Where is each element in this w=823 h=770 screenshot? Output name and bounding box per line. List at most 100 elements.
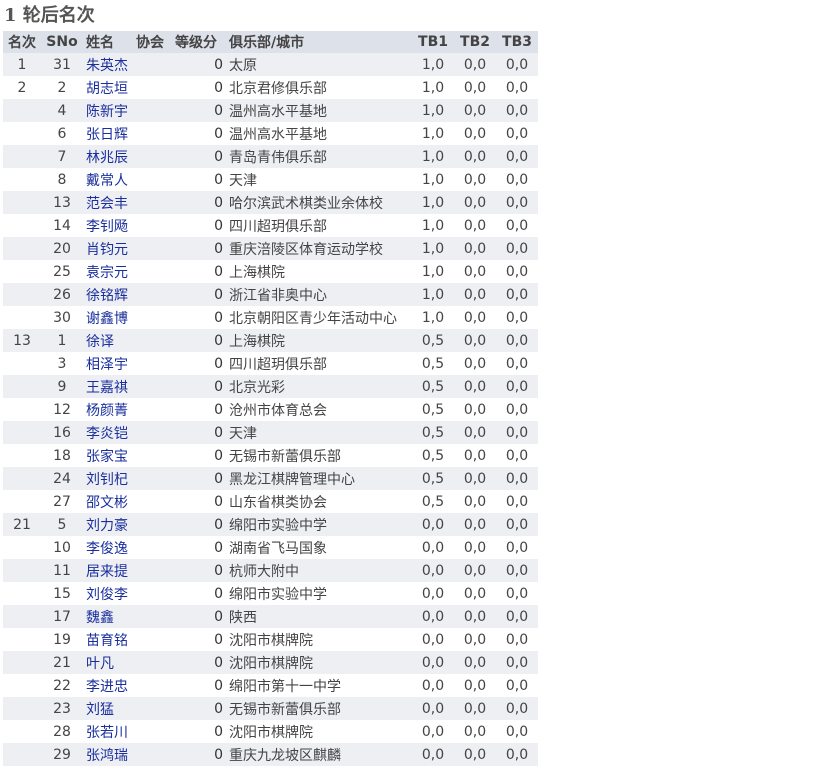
tb1-cell: 0,5 [412, 375, 454, 398]
sno-cell: 25 [41, 260, 83, 283]
table-row: 17 魏鑫 0 陕西 0,0 0,0 0,0 [3, 605, 538, 628]
player-name-link[interactable]: 邵文彬 [83, 490, 133, 513]
player-name-link[interactable]: 杨颜菁 [83, 398, 133, 421]
rank-cell [3, 122, 41, 145]
tb3-cell: 0,0 [496, 421, 538, 444]
rank-cell [3, 674, 41, 697]
player-name-link[interactable]: 刘钊杞 [83, 467, 133, 490]
tb3-cell: 0,0 [496, 306, 538, 329]
player-name-link[interactable]: 李钊飏 [83, 214, 133, 237]
rating-cell: 0 [172, 582, 226, 605]
club-cell: 陕西 [226, 605, 412, 628]
club-cell: 重庆涪陵区体育运动学校 [226, 237, 412, 260]
tb2-cell: 0,0 [454, 122, 496, 145]
tb3-cell: 0,0 [496, 582, 538, 605]
player-name-link[interactable]: 戴常人 [83, 168, 133, 191]
sno-cell: 13 [41, 191, 83, 214]
rating-cell: 0 [172, 559, 226, 582]
player-name-link[interactable]: 刘俊李 [83, 582, 133, 605]
player-name-link[interactable]: 魏鑫 [83, 605, 133, 628]
rating-cell: 0 [172, 398, 226, 421]
rating-cell: 0 [172, 513, 226, 536]
player-name-link[interactable]: 朱英杰 [83, 53, 133, 76]
club-cell: 湖南省飞马国象 [226, 536, 412, 559]
player-name-link[interactable]: 刘力豪 [83, 513, 133, 536]
tb1-cell: 0,5 [412, 329, 454, 352]
tb3-cell: 0,0 [496, 99, 538, 122]
sno-cell: 23 [41, 697, 83, 720]
table-row: 16 李炎铠 0 天津 0,5 0,0 0,0 [3, 421, 538, 444]
rating-cell: 0 [172, 605, 226, 628]
player-name-link[interactable]: 胡志垣 [83, 76, 133, 99]
federation-cell [133, 559, 172, 582]
federation-cell [133, 191, 172, 214]
sno-cell: 31 [41, 53, 83, 76]
player-name-link[interactable]: 王嘉祺 [83, 375, 133, 398]
player-name-link[interactable]: 张日辉 [83, 122, 133, 145]
rank-cell [3, 352, 41, 375]
rank-cell [3, 444, 41, 467]
sno-cell: 16 [41, 421, 83, 444]
tb3-cell: 0,0 [496, 444, 538, 467]
sno-cell: 26 [41, 283, 83, 306]
player-name-link[interactable]: 相泽宇 [83, 352, 133, 375]
rating-cell: 0 [172, 444, 226, 467]
player-name-link[interactable]: 谢鑫博 [83, 306, 133, 329]
rank-cell: 21 [3, 513, 41, 536]
club-cell: 无锡市新蕾俱乐部 [226, 697, 412, 720]
club-cell: 无锡市新蕾俱乐部 [226, 444, 412, 467]
tb1-cell: 1,0 [412, 53, 454, 76]
header-rank: 名次 [3, 31, 41, 53]
player-name-link[interactable]: 徐铭辉 [83, 283, 133, 306]
sno-cell: 22 [41, 674, 83, 697]
rank-cell [3, 145, 41, 168]
player-name-link[interactable]: 李炎铠 [83, 421, 133, 444]
player-name-link[interactable]: 张家宝 [83, 444, 133, 467]
federation-cell [133, 122, 172, 145]
club-cell: 绵阳市实验中学 [226, 513, 412, 536]
tb3-cell: 0,0 [496, 145, 538, 168]
player-name-link[interactable]: 李进忠 [83, 674, 133, 697]
player-name-link[interactable]: 张若川 [83, 720, 133, 743]
header-tb3: TB3 [496, 31, 538, 53]
player-name-link[interactable]: 居来提 [83, 559, 133, 582]
table-row: 2 2 胡志垣 0 北京君修俱乐部 1,0 0,0 0,0 [3, 76, 538, 99]
table-row: 1 31 朱英杰 0 太原 1,0 0,0 0,0 [3, 53, 538, 76]
federation-cell [133, 421, 172, 444]
tb3-cell: 0,0 [496, 467, 538, 490]
player-name-link[interactable]: 张鸿瑞 [83, 743, 133, 766]
player-name-link[interactable]: 苗育铭 [83, 628, 133, 651]
player-name-link[interactable]: 徐译 [83, 329, 133, 352]
tb3-cell: 0,0 [496, 352, 538, 375]
sno-cell: 15 [41, 582, 83, 605]
sno-cell: 1 [41, 329, 83, 352]
sno-cell: 27 [41, 490, 83, 513]
rank-cell [3, 467, 41, 490]
table-row: 4 陈新宇 0 温州高水平基地 1,0 0,0 0,0 [3, 99, 538, 122]
player-name-link[interactable]: 叶凡 [83, 651, 133, 674]
player-name-link[interactable]: 刘猛 [83, 697, 133, 720]
club-cell: 浙江省非奥中心 [226, 283, 412, 306]
player-name-link[interactable]: 林兆辰 [83, 145, 133, 168]
club-cell: 黑龙江棋牌管理中心 [226, 467, 412, 490]
tb3-cell: 0,0 [496, 283, 538, 306]
tb2-cell: 0,0 [454, 99, 496, 122]
tb3-cell: 0,0 [496, 168, 538, 191]
rank-cell [3, 306, 41, 329]
sno-cell: 10 [41, 536, 83, 559]
table-row: 20 肖钧元 0 重庆涪陵区体育运动学校 1,0 0,0 0,0 [3, 237, 538, 260]
player-name-link[interactable]: 袁宗元 [83, 260, 133, 283]
sno-cell: 21 [41, 651, 83, 674]
rank-cell [3, 168, 41, 191]
tb1-cell: 0,5 [412, 467, 454, 490]
federation-cell [133, 605, 172, 628]
player-name-link[interactable]: 范会丰 [83, 191, 133, 214]
rating-cell: 0 [172, 260, 226, 283]
rating-cell: 0 [172, 743, 226, 766]
header-sno: SNo [41, 31, 83, 53]
rating-cell: 0 [172, 145, 226, 168]
tb2-cell: 0,0 [454, 720, 496, 743]
player-name-link[interactable]: 李俊逸 [83, 536, 133, 559]
player-name-link[interactable]: 肖钧元 [83, 237, 133, 260]
player-name-link[interactable]: 陈新宇 [83, 99, 133, 122]
